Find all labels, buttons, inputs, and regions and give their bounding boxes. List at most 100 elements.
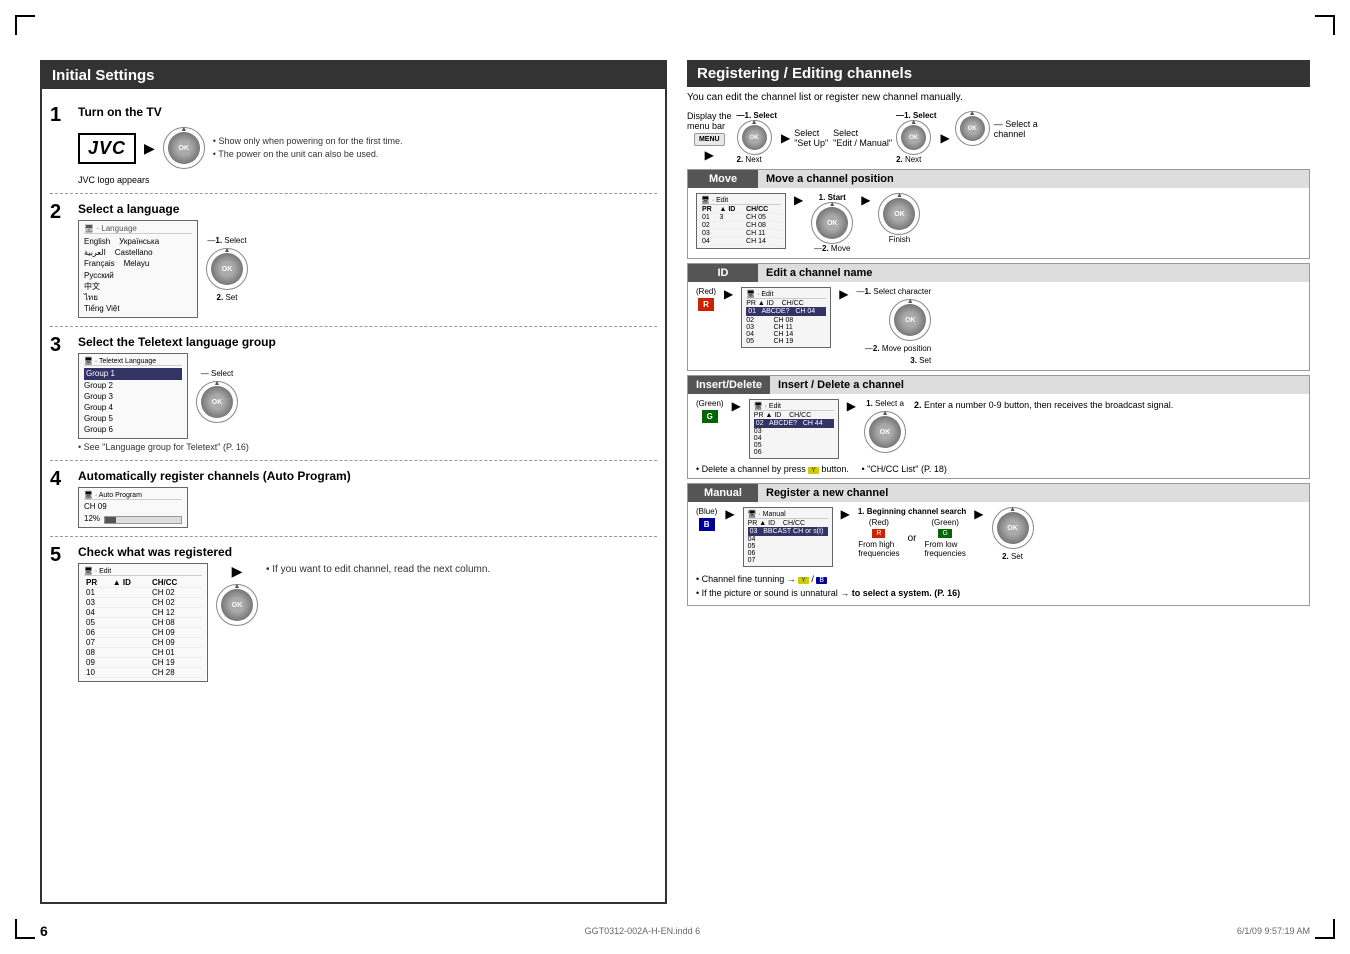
step-5-diagram: 🖥 · Edit PR ▲ ID CH/CC 01CH 02 03CH 02 bbox=[78, 563, 657, 682]
manual-more-rows: 04050607 bbox=[748, 536, 828, 564]
move-title: Move a channel position bbox=[758, 170, 1309, 188]
left-content: 1 Turn on the TV JVC ▶ OK bbox=[42, 89, 665, 698]
manual-arrow-2: ▶ bbox=[841, 507, 850, 521]
table-row: 013CH 05 bbox=[701, 214, 781, 222]
manual-freq-buttons: (Red) R From highfrequencies or (Green) … bbox=[858, 518, 966, 558]
nav-step-edit: Select"Edit / Manual" —1. Select OK 2. N… bbox=[833, 111, 950, 164]
step-5-content: Check what was registered 🖥 · Edit PR ▲ … bbox=[78, 545, 657, 682]
table-row: 03CH 02 bbox=[84, 598, 202, 608]
ok-dial-1: OK bbox=[163, 127, 205, 169]
arrow-nav-2: ▶ bbox=[781, 131, 790, 145]
id-dial: OK bbox=[889, 299, 931, 341]
table-row: 04CH 14 bbox=[701, 238, 781, 246]
jvc-logo-appears: JVC logo appears bbox=[78, 175, 657, 185]
right-section-title: Registering / Editing channels bbox=[687, 60, 1310, 87]
step-1-detail: • Show only when powering on for the fir… bbox=[213, 135, 403, 162]
move-edit-box: 🖥 · Edit PR▲ IDCH/CC 013CH 05 02CH 08 03… bbox=[696, 193, 786, 249]
manual-freq-area: 1. Beginning channel search (Red) R From… bbox=[858, 507, 966, 558]
id-dial-inner: OK bbox=[894, 304, 926, 336]
insertdelete-step2: 2. Enter a number 0-9 button, then recei… bbox=[914, 399, 1173, 413]
ins-dial: OK bbox=[864, 411, 906, 453]
from-high: From highfrequencies bbox=[858, 540, 899, 558]
move-section: Move Move a channel position 🖥 · Edit PR… bbox=[687, 169, 1310, 259]
id-step3: 3. Set bbox=[910, 356, 931, 365]
manual-note-2: • If the picture or sound is unnatural →… bbox=[696, 586, 1301, 600]
ok-dial-inner-1: OK bbox=[168, 132, 200, 164]
select-setup-label: Select"Set Up" bbox=[794, 128, 828, 148]
yellow-btn: Y bbox=[808, 467, 819, 474]
from-low: From lowfrequencies bbox=[925, 540, 966, 558]
set-label-2: 2. Set bbox=[217, 293, 238, 302]
page-number: 6 bbox=[40, 923, 48, 939]
move-table: PR▲ IDCH/CC 013CH 05 02CH 08 03CH 11 04C… bbox=[701, 206, 781, 246]
arrow-nav-1: ▶ bbox=[705, 148, 714, 162]
nav-label-display: Display themenu bar bbox=[687, 111, 732, 131]
step-2-title: Select a language bbox=[78, 202, 657, 216]
id-arrow-4: ▶ bbox=[847, 399, 856, 413]
insertdelete-header: Insert/Delete Insert / Delete a channel bbox=[688, 376, 1309, 394]
move-arrow-2: ▶ bbox=[861, 193, 870, 207]
step-5-number: 5 bbox=[50, 545, 70, 565]
delete-note: • Delete a channel by press bbox=[696, 464, 808, 474]
left-section-title: Initial Settings bbox=[42, 62, 665, 89]
table-header-row: PR ▲ ID CH/CC bbox=[84, 578, 202, 588]
step-4-content: Automatically register channels (Auto Pr… bbox=[78, 469, 657, 528]
step-4: 4 Automatically register channels (Auto … bbox=[50, 461, 657, 537]
move-dial-finish-inner: OK bbox=[883, 198, 915, 230]
edit-box-5: 🖥 · Edit PR ▲ ID CH/CC 01CH 02 03CH 02 bbox=[78, 563, 208, 682]
manual-selected-row: 03 BBCAST CH or s(t) bbox=[748, 527, 828, 536]
ok-dial-inner-5: OK bbox=[221, 589, 253, 621]
manual-box: 🖥 · Manual PR ▲ ID CH/CC 03 BBCAST CH or… bbox=[743, 507, 833, 567]
select-label-2: —1. Select bbox=[207, 236, 246, 245]
teletext-groups: Group 2Group 3Group 4Group 5Group 6 bbox=[84, 380, 182, 436]
id-green-button: G bbox=[702, 410, 718, 423]
id-label: ID bbox=[688, 264, 758, 282]
step-5-note: • If you want to edit channel, read the … bbox=[266, 563, 490, 577]
insertdelete-content: (Green) G ▶ 🖥 · Edit PR ▲ ID CH/CC 02 AB… bbox=[688, 394, 1309, 464]
manual-blue-label: (Blue) bbox=[696, 507, 717, 516]
step-2: 2 Select a language 🖥 · Language English… bbox=[50, 194, 657, 327]
manual-step1: 1. Beginning channel search bbox=[858, 507, 966, 516]
step-1: 1 Turn on the TV JVC ▶ OK bbox=[50, 97, 657, 194]
nav-step-channel: OK — Select achannel bbox=[955, 111, 1038, 146]
table-row: 04CH 12 bbox=[84, 608, 202, 618]
nav-step-setup: —1. Select OK 2. Next ▶ Select"Set Up" bbox=[737, 111, 829, 164]
table-row: 07CH 09 bbox=[84, 638, 202, 648]
id-title: Edit a channel name bbox=[758, 264, 1309, 282]
chcc-note: • "CH/CC List" (P. 18) bbox=[861, 464, 946, 474]
nav-step-display: Display themenu bar MENU ▶ bbox=[687, 111, 732, 162]
step-1-content: Turn on the TV JVC ▶ OK • Show only when… bbox=[78, 105, 657, 185]
manual-content: (Blue) B ▶ 🖥 · Manual PR ▲ ID CH/CC 03 B… bbox=[688, 502, 1309, 572]
step-5-title: Check what was registered bbox=[78, 545, 657, 559]
nav-dial-inner-2: OK bbox=[901, 125, 926, 150]
auto-program-box: 🖥 · Auto Program CH 09 12% bbox=[78, 487, 188, 528]
move-dial-area: 1. Start OK —2. Move bbox=[811, 193, 853, 253]
edit-header: 🖥 · Edit bbox=[84, 567, 202, 576]
table-row: 09CH 19 bbox=[84, 658, 202, 668]
step-2-controls: —1. Select OK 2. Set bbox=[206, 236, 248, 302]
id-arrow-3: ▶ bbox=[732, 399, 741, 413]
id-section: ID Edit a channel name (Red) R ▶ 🖥 · Edi… bbox=[687, 263, 1310, 371]
insertdelete-label: Insert/Delete bbox=[688, 376, 770, 394]
ins-dial-inner: OK bbox=[869, 416, 901, 448]
insertdelete-box: 🖥 · Edit PR ▲ ID CH/CC 02 ABCDE? CH 44 0… bbox=[749, 399, 839, 459]
manual-blue-button: B bbox=[699, 518, 715, 531]
nav-dial-2: OK bbox=[896, 120, 931, 155]
page: Initial Settings 1 Turn on the TV JVC ▶ … bbox=[0, 0, 1350, 954]
right-intro: You can edit the channel list or registe… bbox=[687, 92, 1310, 103]
nav-dial-inner-1: OK bbox=[742, 125, 767, 150]
step-3-title: Select the Teletext language group bbox=[78, 335, 657, 349]
finish-label: Finish bbox=[889, 235, 910, 244]
step-3-content: Select the Teletext language group 🖥 · T… bbox=[78, 335, 657, 452]
corner-mark-bl bbox=[15, 919, 35, 939]
left-column: Initial Settings 1 Turn on the TV JVC ▶ … bbox=[40, 60, 667, 904]
table-row: 01CH 02 bbox=[84, 588, 202, 598]
manual-title: Register a new channel bbox=[758, 484, 1309, 502]
nav-dial-inner-3: OK bbox=[960, 116, 985, 141]
language-box: 🖥 · Language English Українська العربية … bbox=[78, 220, 198, 318]
id-header: ID Edit a channel name bbox=[688, 264, 1309, 282]
id-box-header: 🖥 · Edit bbox=[746, 290, 826, 299]
manual-dial-area: OK 2. Set bbox=[992, 507, 1034, 561]
edit-table: PR ▲ ID CH/CC 01CH 02 03CH 02 04CH 12 05… bbox=[84, 578, 202, 678]
jvc-logo: JVC bbox=[78, 133, 136, 164]
